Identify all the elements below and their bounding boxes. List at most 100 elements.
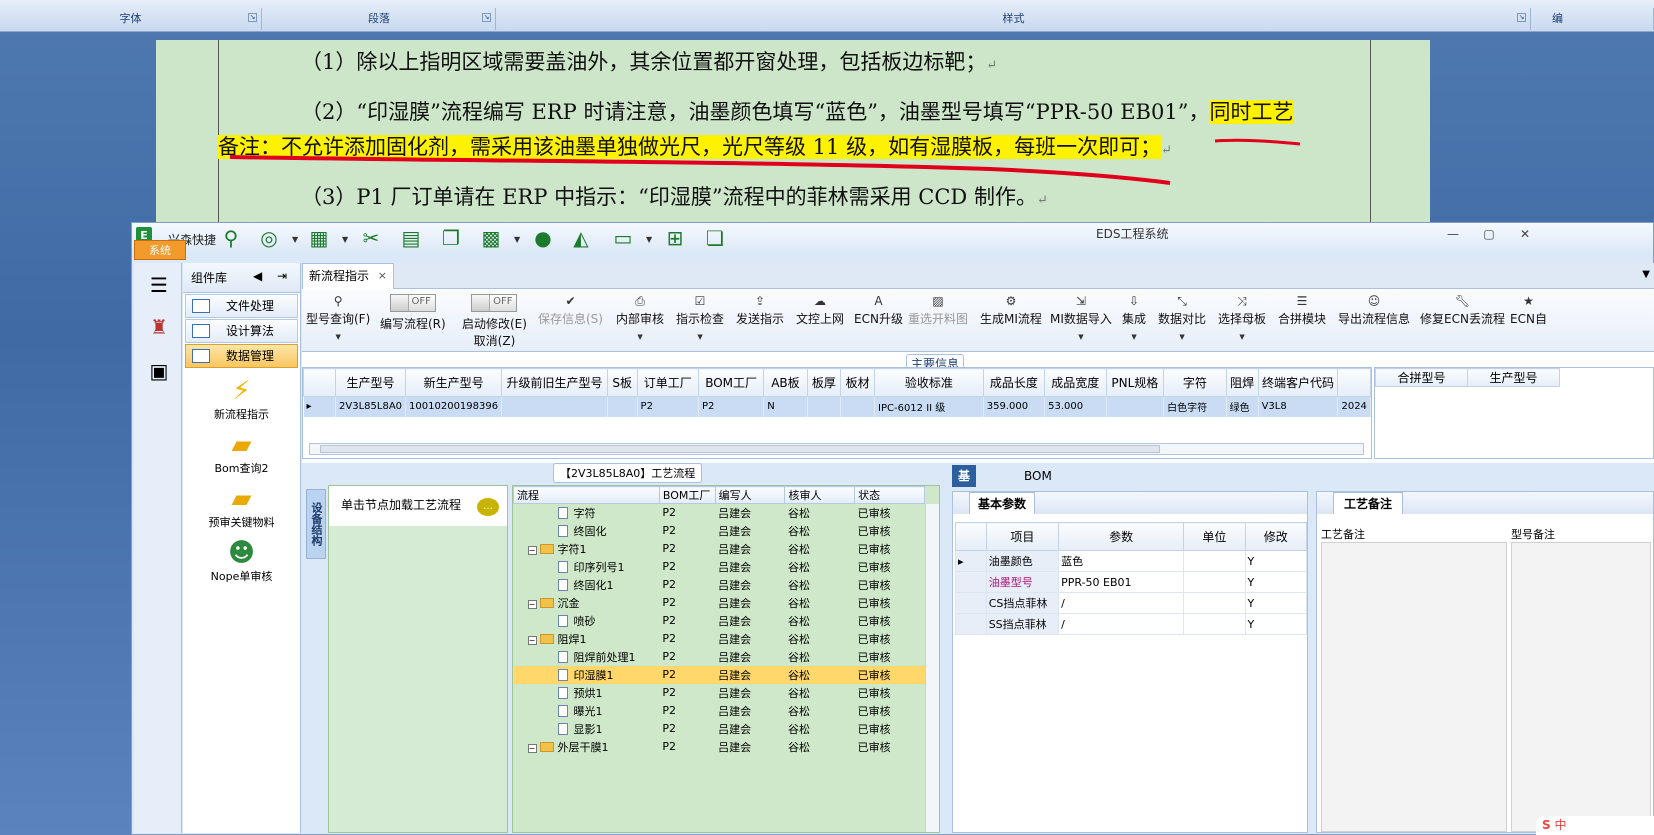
cell[interactable]: 已审核 [855,522,925,540]
write-process-button[interactable]: OFF 编写流程(R) [380,292,446,332]
doc-paragraph-3[interactable]: （3）P1 厂订单请在 ERP 中指示：“印湿膜”流程中的菲林需采用 CCD 制… [301,181,1048,211]
column-header[interactable]: 终端客户代码 [1257,368,1339,397]
chevron-down-icon[interactable]: ▼ [1050,333,1112,341]
cell[interactable]: 已审核 [855,594,925,612]
vertical-scrollbar[interactable] [925,504,939,832]
collapse-icon[interactable]: − [527,743,537,753]
pages-icon[interactable]: ❏ [702,226,728,250]
cell[interactable]: IPC-6012 II 级 [874,396,984,417]
param-cell[interactable] [1183,571,1246,593]
chevron-down-icon[interactable]: ▼ [1642,269,1650,280]
param-cell[interactable]: CS挡点菲林 [985,592,1060,614]
tree-node[interactable]: 终固化 [514,522,660,540]
tree-row[interactable]: 预烘1 P2 吕建会 谷松 已审核 [514,684,925,702]
tree-node[interactable]: − 外层干膜1 [514,738,660,756]
internal-review-button[interactable]: ⎙ 内部审核 ▼ [616,292,664,341]
cell[interactable]: 吕建会 [715,665,785,684]
chevron-down-icon[interactable]: ▼ [342,235,348,244]
cell[interactable]: P2 [659,522,715,540]
chevron-down-icon[interactable]: ▼ [676,333,724,341]
param-row[interactable]: 油墨型号 PPR-50 EB01 Y [955,571,1308,593]
cell[interactable]: 已审核 [855,684,925,702]
tree-row[interactable]: 印湿膜1 P2 吕建会 谷松 已审核 [513,665,925,684]
cell[interactable]: 已审核 [855,630,925,648]
generate-mi-button[interactable]: ⚙ 生成MI流程 [980,292,1042,327]
dialog-launcher-icon[interactable]: ↘ [1517,13,1526,22]
lifebuoy-icon[interactable]: ◎ [256,226,282,250]
cell[interactable]: P2 [637,396,699,417]
cell[interactable]: 谷松 [785,558,855,576]
instruction-check-button[interactable]: ☑ 指示检查 ▼ [676,292,724,341]
cell[interactable]: 吕建会 [715,576,785,594]
dialog-launcher-icon[interactable]: ↘ [248,13,257,22]
cancel-label[interactable]: 取消(Z) [474,334,516,348]
cell[interactable]: P2 [659,612,715,630]
cell[interactable]: P2 [659,665,716,684]
cell[interactable]: 已审核 [855,558,925,576]
column-header[interactable]: 板材 [840,368,876,397]
reselect-cut-drawing-button[interactable]: ▨ 重选开料图 [908,292,968,327]
column-header[interactable]: 字符 [1163,368,1227,397]
chevron-down-icon[interactable]: ▼ [514,235,520,244]
column-header[interactable]: 修改 [1244,522,1308,551]
cell[interactable]: P2 [659,738,715,756]
param-cell[interactable]: SS挡点菲林 [985,613,1060,635]
horizontal-scrollbar[interactable] [309,443,1364,455]
cell[interactable]: 吕建会 [715,594,785,612]
collapse-icon[interactable]: − [527,599,537,609]
tree-node[interactable]: 印湿膜1 [513,665,660,684]
cell[interactable]: 白色字符 [1163,396,1227,417]
column-header[interactable]: AB板 [763,368,808,397]
table-icon[interactable]: ▦ [306,226,332,250]
system-menu-tab[interactable]: 系统 [134,240,186,260]
toggle-switch[interactable]: OFF [389,294,436,312]
menu-data-management[interactable]: 数据管理 [185,344,298,368]
dialog-launcher-icon[interactable]: ↘ [482,13,491,22]
chevron-down-icon[interactable]: ▼ [292,235,298,244]
toggle-switch[interactable]: OFF [471,294,518,312]
column-header[interactable] [1337,368,1371,397]
column-header[interactable]: 合拼型号 [1375,368,1468,387]
send-instruction-button[interactable]: ⇪ 发送指示 [736,292,784,327]
tree-row[interactable]: 印序列号1 P2 吕建会 谷松 已审核 [514,558,925,576]
tree-node[interactable]: 阻焊前处理1 [514,648,660,666]
mi-import-button[interactable]: ⇲ MI数据导入 ▼ [1050,292,1112,341]
arrow-left-icon[interactable]: ◀ [253,269,262,283]
column-header[interactable]: 状态 [854,486,925,504]
chevron-down-icon[interactable]: ▼ [1218,333,1266,341]
table-row[interactable]: ▸ 2V3L85L8A0 10010200198396 P2 P2 N IPC-… [303,396,1371,417]
cell[interactable]: P2 [659,648,715,666]
notes-textarea[interactable] [1321,542,1507,832]
yx-tool-icon[interactable]: ♜ [143,311,175,343]
column-header[interactable]: 单位 [1183,522,1246,551]
column-header[interactable]: PNL规格 [1105,368,1165,397]
doc-paragraph-2[interactable]: （2）“印湿膜”流程编写 ERP 时请注意，油墨颜色填写“蓝色”，油墨型号填写“… [301,96,1294,126]
ribbon-group-edit[interactable]: 编 [1532,8,1654,30]
param-cell[interactable] [1183,550,1246,572]
column-header[interactable]: 参数 [1058,522,1185,551]
cell[interactable] [501,396,608,417]
copy-icon[interactable]: ❐ [438,226,464,250]
cell[interactable]: 359.000 [983,396,1046,417]
param-cell[interactable]: Y [1244,592,1308,614]
tree-row[interactable]: 喷砂 P2 吕建会 谷松 已审核 [514,612,925,630]
cell[interactable]: P2 [659,630,715,648]
column-header[interactable]: 新生产型号 [405,368,503,397]
cell[interactable]: P2 [659,684,715,702]
tab-bom[interactable]: BOM [1018,465,1058,487]
cell[interactable]: 2024 [1337,396,1371,417]
cell[interactable]: 谷松 [785,630,855,648]
cell[interactable]: 谷松 [785,540,855,558]
cell[interactable]: 已审核 [855,576,925,594]
column-header[interactable]: 流程 [513,486,660,504]
column-header[interactable]: S板 [606,368,638,397]
main-info-grid[interactable]: 生产型号 新生产型号 升级前旧生产型号 S板 订单工厂 BOM工厂 AB板 板厚… [302,367,1372,459]
tool-prereview-material[interactable]: ▰ 预审关键物料 [183,484,300,530]
cell[interactable]: 吕建会 [715,522,785,540]
column-header[interactable]: 项目 [985,522,1060,551]
tree-row[interactable]: − 沉金 P2 吕建会 谷松 已审核 [514,594,925,612]
tree-node[interactable]: 显影1 [514,720,660,738]
tree-node[interactable]: − 沉金 [514,594,660,612]
scrollbar-thumb[interactable] [320,445,1160,453]
ecn-upgrade-button[interactable]: A ECN升级 [854,292,903,327]
